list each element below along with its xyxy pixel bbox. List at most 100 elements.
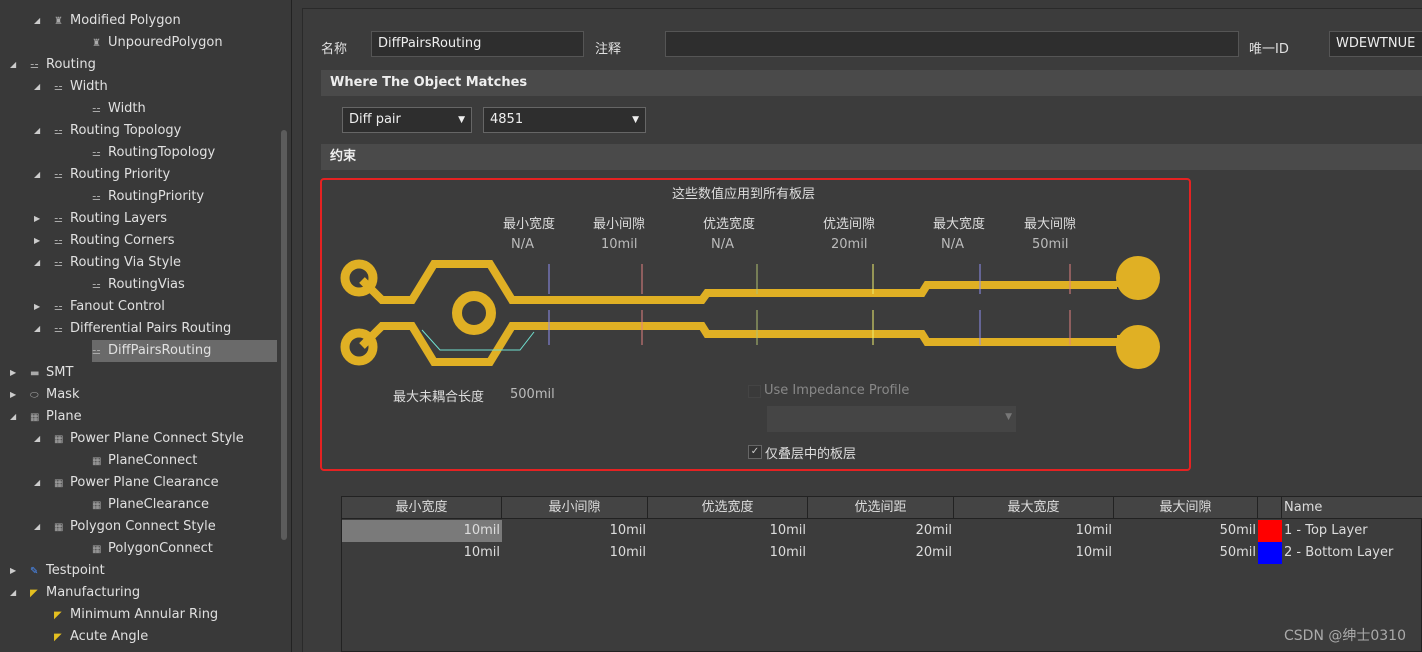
table-cell[interactable]: 10mil [648,520,808,542]
tree-item[interactable]: ⚍ RoutingPriority [92,186,204,208]
table-cell[interactable]: 20mil [808,542,954,564]
table-cell[interactable]: 10mil [648,542,808,564]
column-header[interactable]: 最大宽度 [954,497,1114,519]
tree-item[interactable]: ▦ PolygonConnect [92,538,213,560]
expand-arrow-icon[interactable]: ▶ [34,296,40,318]
tree-item[interactable]: ⬭ Mask [30,384,79,406]
plane-icon: ▦ [54,434,64,445]
tree-item[interactable]: ▦ Polygon Connect Style [54,516,216,538]
rules-tree[interactable]: ♜ Modified Polygon ◢ ♜ UnpouredPolygon ⚍ Routi… [0,0,292,652]
column-header[interactable]: Name [1282,497,1422,519]
column-header[interactable] [1258,497,1282,519]
collapse-arrow-icon[interactable]: ◢ [34,318,40,340]
tree-item[interactable]: ⚍ Width [92,98,146,120]
tree-item[interactable]: ⚍ Width [54,76,108,98]
expand-arrow-icon[interactable]: ▶ [10,362,16,384]
tree-item[interactable]: ⚍ Differential Pairs Routing [54,318,231,340]
stack-only-label: 仅叠层中的板层 [765,447,857,462]
tree-item[interactable]: ✎ Testpoint [30,560,105,582]
impedance-dropdown[interactable]: ▼ [767,406,1016,432]
tree-item[interactable]: ◤ Minimum Annular Ring [54,604,218,626]
column-header[interactable]: 最大间隙 [1114,497,1258,519]
table-cell[interactable]: 50mil [1114,520,1258,542]
tree-item[interactable]: ♜ Modified Polygon [54,10,181,32]
uncoupled-length-value[interactable]: 500mil [510,387,555,402]
routing-icon: ⚍ [92,280,101,291]
collapse-arrow-icon[interactable]: ◢ [10,54,16,76]
table-cell[interactable]: 10mil [342,520,502,542]
collapse-arrow-icon[interactable]: ◢ [34,10,40,32]
tree-item[interactable]: ⚍ RoutingTopology [92,142,215,164]
tree-item[interactable]: ⚍ Routing Corners [54,230,174,252]
tree-item[interactable]: ▬ SMT [30,362,73,384]
stack-only-checkbox[interactable]: ✓ [748,445,762,459]
tree-item[interactable]: ⚍ Routing Via Style [54,252,181,274]
tree-item[interactable]: ⚍ RoutingVias [92,274,185,296]
plane-icon: ▦ [92,500,102,511]
match-type-dropdown[interactable]: Diff pair ▼ [342,107,472,133]
collapse-arrow-icon[interactable]: ◢ [34,516,40,538]
tree-item[interactable]: ⚍ Routing [30,54,96,76]
column-header[interactable]: 优选间距 [808,497,954,519]
tree-item-label: Minimum Annular Ring [70,607,219,622]
collapse-arrow-icon[interactable]: ◢ [34,120,40,142]
layer-name[interactable]: 2 - Bottom Layer [1284,542,1395,564]
tree-item[interactable]: ◤ Manufacturing [30,582,140,604]
tree-item[interactable]: ⚍ Fanout Control [54,296,165,318]
collapse-arrow-icon[interactable]: ◢ [34,472,40,494]
uid-label: 唯一ID [1249,42,1289,57]
tree-item[interactable]: ⚍ Routing Layers [54,208,167,230]
tree-item-label: PlaneConnect [108,453,198,468]
tree-item[interactable]: ⚍ Routing Priority [54,164,170,186]
tree-item[interactable]: ⚍ DiffPairsRouting [92,340,277,362]
table-cell[interactable]: 10mil [342,542,502,564]
table-cell[interactable]: 10mil [954,542,1114,564]
table-cell[interactable]: 10mil [502,542,648,564]
table-cell[interactable]: 10mil [502,520,648,542]
layer-color-swatch [1258,542,1282,564]
layer-name[interactable]: 1 - Top Layer [1284,520,1370,542]
tree-item-label: Plane [46,409,82,424]
column-header[interactable]: 最小间隙 [502,497,648,519]
expand-arrow-icon[interactable]: ▶ [34,208,40,230]
table-cell[interactable]: 10mil [954,520,1114,542]
tree-item[interactable]: ▦ Power Plane Connect Style [54,428,244,450]
expand-arrow-icon[interactable]: ▶ [10,560,16,582]
name-input[interactable]: DiffPairsRouting [371,31,584,57]
tree-item-label: RoutingVias [108,277,185,292]
collapse-arrow-icon[interactable]: ◢ [34,428,40,450]
impedance-checkbox[interactable] [748,385,761,398]
tree-item-label: Acute Angle [70,629,149,644]
comment-input[interactable] [665,31,1239,57]
collapse-arrow-icon[interactable]: ◢ [10,406,16,428]
tree-item-label: PlaneClearance [108,497,210,512]
tree-item[interactable]: ♜ UnpouredPolygon [92,32,223,54]
net-dropdown[interactable]: 4851 ▼ [483,107,646,133]
expand-arrow-icon[interactable]: ▶ [34,230,40,252]
tree-item[interactable]: ▦ PlaneClearance [92,494,209,516]
collapse-arrow-icon[interactable]: ◢ [34,164,40,186]
tree-item-label: Fanout Control [70,299,165,314]
tree-item[interactable]: ▦ Plane [30,406,82,428]
column-header[interactable]: 最小宽度 [342,497,502,519]
tree-item[interactable]: ▦ PlaneConnect [92,450,197,472]
table-cell[interactable]: 20mil [808,520,954,542]
chevron-down-icon: ▼ [458,115,465,125]
tree-item[interactable]: ◤ Acute Angle [54,626,148,648]
net-value: 4851 [490,112,524,127]
tree-scrollbar[interactable] [281,130,287,540]
routing-icon: ⚍ [54,126,63,137]
testpoint-icon: ✎ [30,566,39,577]
tree-item[interactable]: ▦ Power Plane Clearance [54,472,219,494]
collapse-arrow-icon[interactable]: ◢ [34,76,40,98]
tree-item[interactable]: ⚍ Routing Topology [54,120,181,142]
collapse-arrow-icon[interactable]: ◢ [34,252,40,274]
uid-input[interactable]: WDEWTNUE [1329,31,1422,57]
table-cell[interactable]: 50mil [1114,542,1258,564]
collapse-arrow-icon[interactable]: ◢ [10,582,16,604]
column-header[interactable]: 优选宽度 [648,497,808,519]
expand-arrow-icon[interactable]: ▶ [10,384,16,406]
tree-item-label: Manufacturing [46,585,141,600]
match-type-value: Diff pair [349,112,401,127]
tree-item-label: Routing Priority [70,167,171,182]
